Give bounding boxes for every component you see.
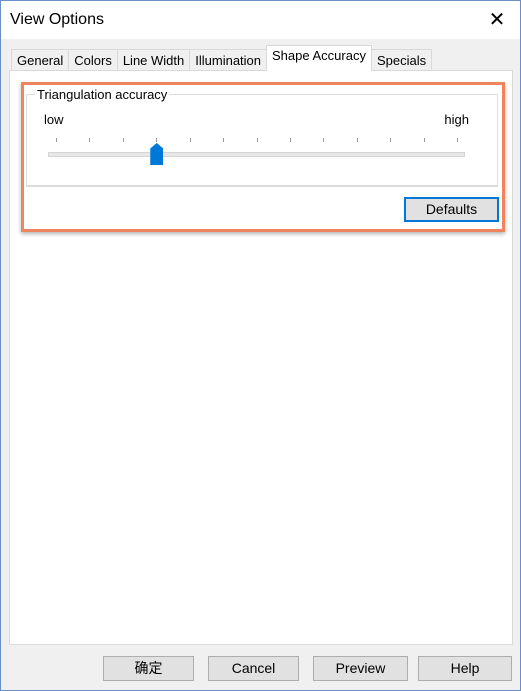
help-button[interactable]: Help [418,656,512,681]
highlight-box [21,82,505,232]
tab-specials[interactable]: Specials [370,49,433,71]
ok-button[interactable]: 确定 [103,656,194,681]
tab-line-width[interactable]: Line Width [116,49,191,71]
window-title: View Options [10,11,104,28]
tab-illumination[interactable]: Illumination [189,49,268,71]
close-icon[interactable]: ✕ [484,7,510,33]
tab-shape-accuracy[interactable]: Shape Accuracy [266,45,372,71]
cancel-button[interactable]: Cancel [208,656,299,681]
tab-bar: General Colors Line Width Illumination S… [11,45,433,71]
title-bar: View Options ✕ [1,1,520,39]
tab-colors[interactable]: Colors [68,49,118,71]
dialog-window: View Options ✕ General Colors Line Width… [0,0,521,691]
preview-button[interactable]: Preview [313,656,408,681]
tab-general[interactable]: General [11,49,70,71]
